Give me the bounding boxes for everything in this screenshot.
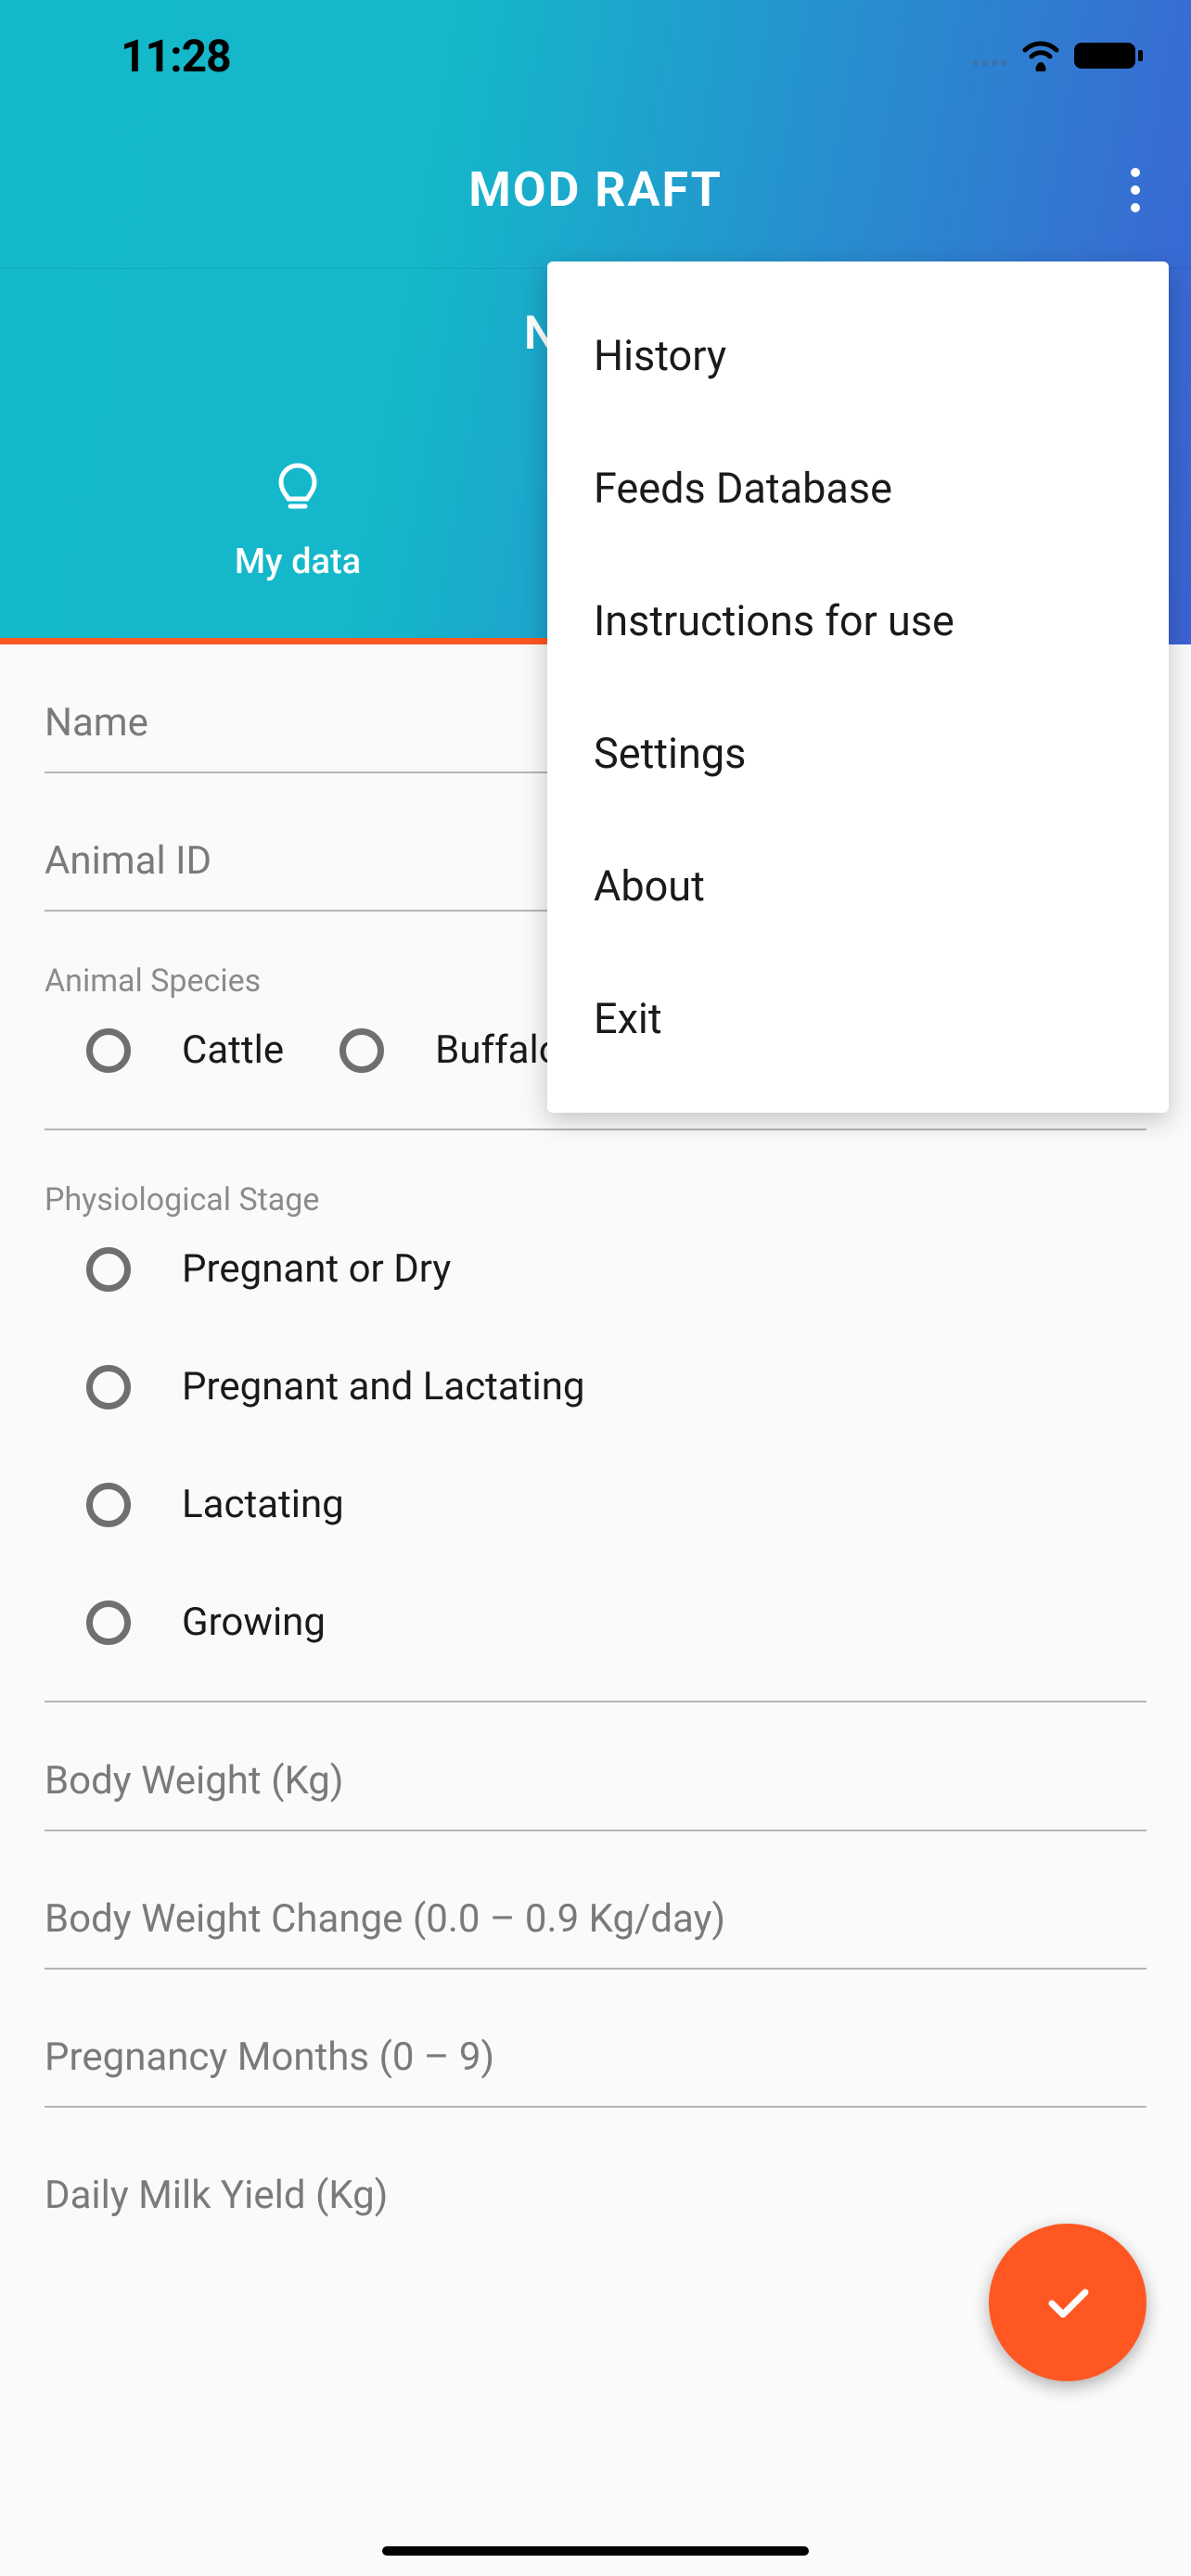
radio-label: Pregnant or Dry xyxy=(182,1246,451,1292)
lightbulb-icon xyxy=(275,462,320,516)
input-placeholder: Pregnancy Months (0 – 9) xyxy=(45,2034,1146,2080)
radio-icon xyxy=(86,1028,131,1073)
check-icon xyxy=(1039,2274,1096,2331)
input-placeholder: Body Weight (Kg) xyxy=(45,1758,1146,1804)
radio-label: Growing xyxy=(182,1600,326,1645)
overflow-menu: History Feeds Database Instructions for … xyxy=(547,261,1169,1113)
body-weight-change-field[interactable]: Body Weight Change (0.0 – 0.9 Kg/day) xyxy=(45,1841,1146,1970)
radio-icon xyxy=(86,1365,131,1409)
divider xyxy=(45,1129,1146,1130)
body-weight-field[interactable]: Body Weight (Kg) xyxy=(45,1702,1146,1831)
radio-pregnant-or-dry[interactable]: Pregnant or Dry xyxy=(86,1246,1146,1292)
home-indicator xyxy=(382,2546,809,2556)
tab-indicator xyxy=(0,638,596,644)
daily-milk-yield-field[interactable]: Daily Milk Yield (Kg) xyxy=(45,2117,1146,2244)
radio-icon xyxy=(86,1483,131,1527)
menu-item-settings[interactable]: Settings xyxy=(547,687,1169,820)
more-menu-button[interactable] xyxy=(1112,149,1159,231)
radio-icon xyxy=(86,1600,131,1645)
app-title: MOD RAFT xyxy=(468,161,723,218)
menu-item-instructions[interactable]: Instructions for use xyxy=(547,555,1169,687)
menu-item-about[interactable]: About xyxy=(547,820,1169,952)
status-time: 11:28 xyxy=(121,30,231,83)
radio-growing[interactable]: Growing xyxy=(86,1600,1146,1645)
radio-pregnant-lactating[interactable]: Pregnant and Lactating xyxy=(86,1364,1146,1409)
tab-my-data[interactable]: My data xyxy=(0,399,596,644)
more-vertical-icon xyxy=(1131,168,1140,212)
radio-label: Lactating xyxy=(182,1482,344,1527)
cellular-icon xyxy=(972,45,1009,67)
stage-section-label: Physiological Stage xyxy=(45,1181,1146,1218)
radio-icon xyxy=(339,1028,384,1073)
wifi-icon xyxy=(1020,40,1061,71)
radio-cattle[interactable]: Cattle xyxy=(86,1027,284,1073)
status-bar: 11:28 xyxy=(0,0,1191,111)
status-icons xyxy=(972,39,1145,72)
menu-item-exit[interactable]: Exit xyxy=(547,952,1169,1085)
radio-lactating[interactable]: Lactating xyxy=(86,1482,1146,1527)
confirm-fab-button[interactable] xyxy=(989,2224,1146,2381)
radio-label: Buffalo xyxy=(435,1027,561,1073)
menu-item-history[interactable]: History xyxy=(547,289,1169,422)
tab-label: My data xyxy=(235,542,361,582)
battery-icon xyxy=(1072,39,1145,72)
radio-icon xyxy=(86,1247,131,1292)
radio-label: Pregnant and Lactating xyxy=(182,1364,585,1409)
input-placeholder: Daily Milk Yield (Kg) xyxy=(45,2173,1146,2218)
radio-label: Cattle xyxy=(182,1027,284,1073)
radio-buffalo[interactable]: Buffalo xyxy=(339,1027,561,1073)
menu-item-feeds-database[interactable]: Feeds Database xyxy=(547,422,1169,555)
input-placeholder: Body Weight Change (0.0 – 0.9 Kg/day) xyxy=(45,1896,1146,1942)
app-title-row: MOD RAFT xyxy=(0,111,1191,269)
pregnancy-months-field[interactable]: Pregnancy Months (0 – 9) xyxy=(45,1979,1146,2108)
